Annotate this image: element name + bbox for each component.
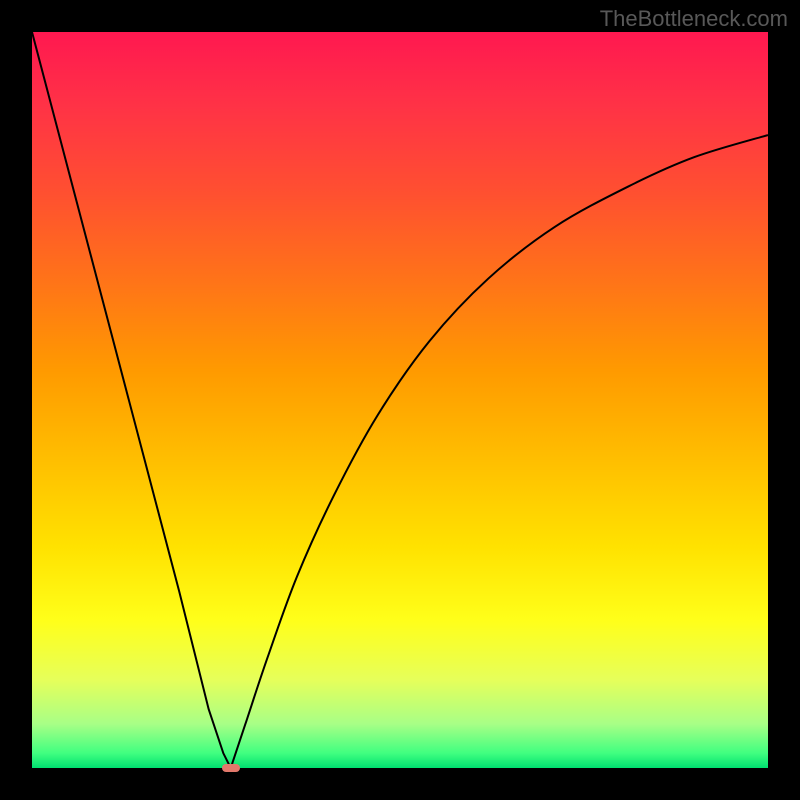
- chart-frame: TheBottleneck.com: [0, 0, 800, 800]
- right-branch-curve: [231, 135, 768, 768]
- left-branch-curve: [32, 32, 231, 768]
- curve-layer: [32, 32, 768, 768]
- watermark-text: TheBottleneck.com: [600, 6, 788, 32]
- minimum-marker: [222, 764, 240, 773]
